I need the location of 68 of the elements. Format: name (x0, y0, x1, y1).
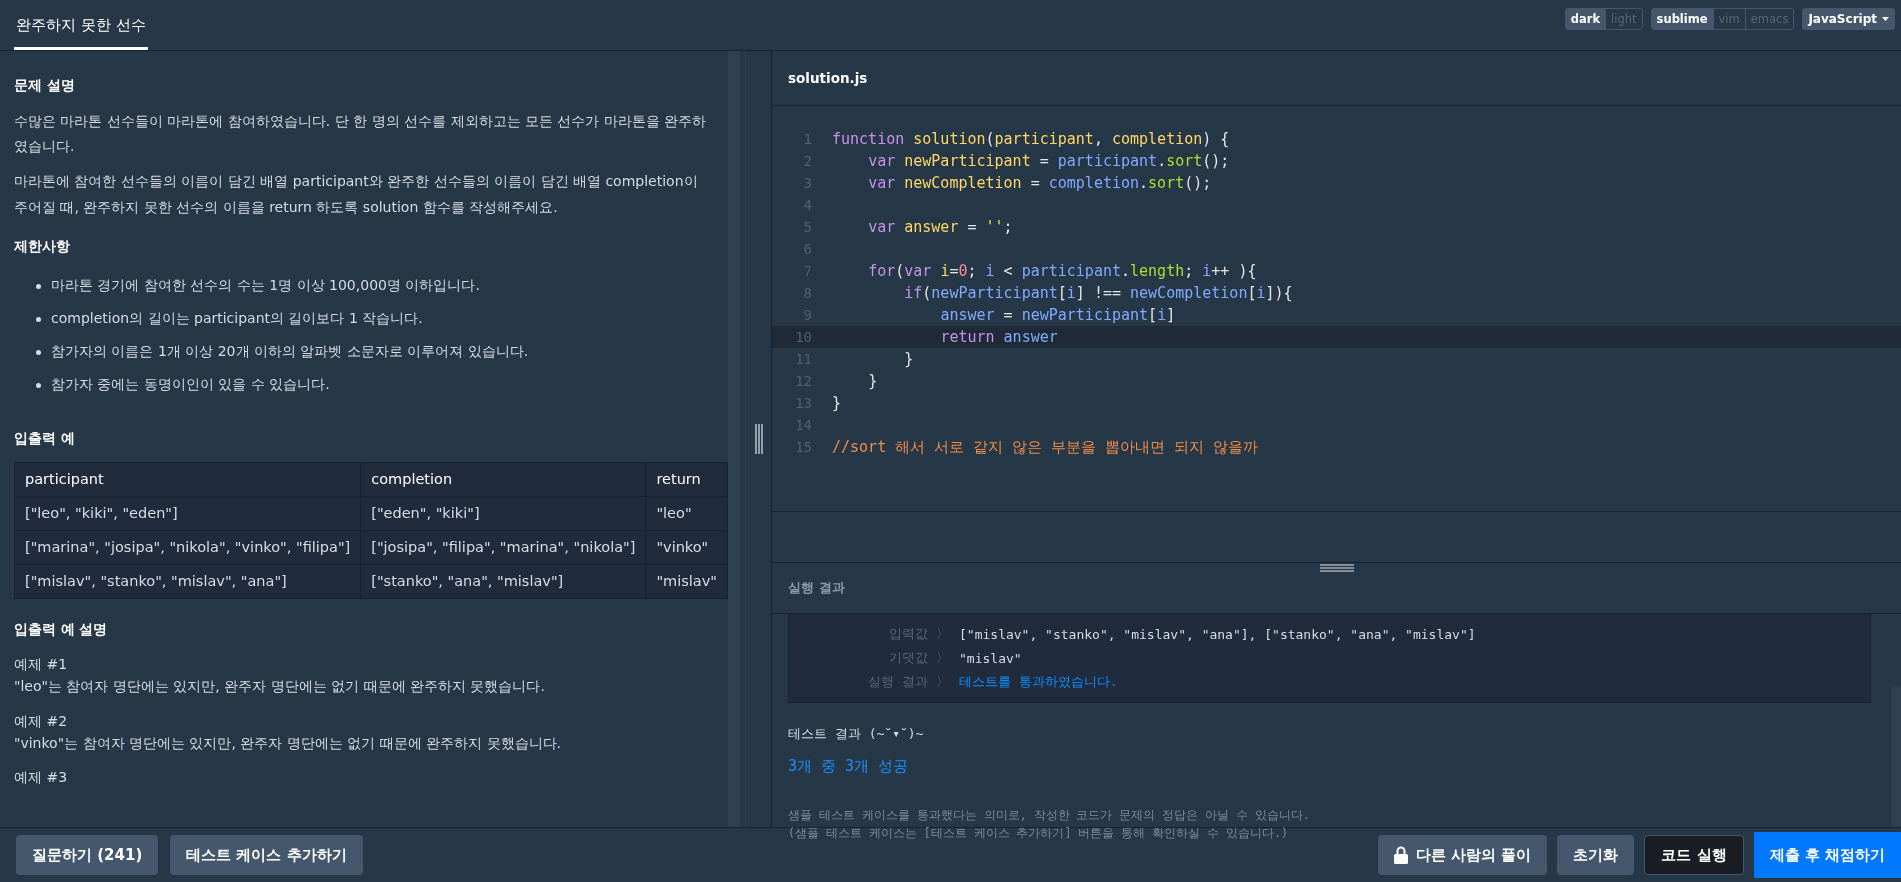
scrollbar[interactable] (728, 51, 740, 827)
language-dropdown[interactable]: JavaScript (1802, 8, 1895, 30)
list-item: 참가자의 이름은 1개 이상 20개 이하의 알파벳 소문자로 이루어져 있습니다. (51, 343, 529, 362)
line-number: 10 (794, 329, 813, 345)
case-value: "mislav" (959, 650, 1022, 666)
theme-option[interactable]: dark (1565, 9, 1606, 29)
code-text: var newCompletion = completion.sort(); (867, 174, 1212, 192)
action-button[interactable]: 초기화 (1557, 835, 1635, 875)
section-heading: 입출력 예 설명 (14, 620, 109, 639)
lock-icon (1393, 846, 1408, 864)
example-title: 예제 #1 (14, 654, 69, 674)
table-cell: ["stanko", "ana", "mislav"] (360, 564, 646, 599)
code-text: var newParticipant = participant.sort(); (867, 152, 1230, 170)
code-text: //sort 해서 서로 같지 않은 부분을 뽑아내면 되지 않을까 (831, 437, 1259, 457)
column-header: completion (360, 462, 646, 497)
file-name: solution.js (772, 51, 1901, 106)
scrollbar[interactable] (1891, 687, 1901, 827)
list-item: completion의 길이는 participant의 길이보다 1 작습니다. (51, 310, 423, 329)
paragraph: 마라톤에 참여한 선수들의 이름이 담긴 배열 participant와 완주한 선수들의 이름이 담긴 배열 completion이 주어질 때, 완주하지 못한 선수의 이름을 return 하도록 solution 함수를 작성해주세요. (14, 172, 699, 217)
table-cell: ["eden", "kiki"] (360, 496, 646, 531)
code-text: if(newParticipant[i] !== newCompletion[i]){ (903, 284, 1293, 302)
section-heading: 제한사항 (14, 237, 71, 256)
table-cell: "mislav" (645, 564, 728, 599)
example-title: 예제 #2 (14, 711, 69, 731)
code-text: function solution(participant, completion) { (831, 130, 1230, 148)
action-button[interactable]: 코드 실행 (1644, 835, 1744, 875)
table-cell: ["josipa", "filipa", "marina", "nikola"] (360, 530, 646, 565)
action-button[interactable]: 제출 후 채점하기 (1753, 832, 1901, 878)
list-item: 참가자 중에는 동명이인이 있을 수 있습니다. (51, 376, 330, 395)
example-text: "leo"는 참여자 명단에는 있지만, 완주자 명단에는 없기 때문에 완주하지 못했습니다. (14, 677, 546, 697)
list-item: 마라톤 경기에 참여한 선수의 수는 1명 이상 100,000명 이하입니다. (51, 277, 480, 296)
code-text: return answer (939, 328, 1058, 346)
action-button[interactable]: 테스트 케이스 추가하기 (170, 835, 363, 875)
column-header: return (645, 462, 728, 497)
case-label: 실행 결과 〉 (867, 673, 949, 691)
action-button[interactable]: 다른 사람의 풀이 (1377, 835, 1548, 875)
paragraph: 수많은 마라톤 선수들이 마라톤에 참여하였습니다. 단 한 명의 선수를 제외하고는 모든 선수가 마라톤을 완주하였습니다. (14, 112, 708, 157)
action-button[interactable]: 질문하기 (241) (16, 835, 159, 875)
table-cell: ["leo", "kiki", "eden"] (14, 496, 361, 531)
note-text: (샘플 테스트 케이스는 [테스트 케이스 추가하기] 버튼을 통해 확인하실 수 있습니다.) (788, 825, 1289, 843)
result-title: 테스트 결과 (~˘▾˘)~ (788, 725, 925, 743)
resize-handle-icon[interactable] (1319, 564, 1354, 572)
case-label: 기댓값 〉 (888, 649, 949, 667)
keymap-option[interactable]: sublime (1651, 9, 1713, 29)
results-heading: 실행 결과 (772, 562, 1901, 614)
result-summary: 3개 중 3개 성공 (788, 757, 910, 776)
example-text: "vinko"는 참여자 명단에는 있지만, 완주자 명단에는 없기 때문에 완주하지 못했습니다. (14, 733, 563, 753)
caret-icon (1882, 17, 1889, 21)
table-cell: ["marina", "josipa", "nikola", "vinko", "filipa"] (14, 530, 361, 565)
code-text: } (831, 394, 842, 412)
column-header: participant (14, 462, 361, 497)
code-text: } (867, 372, 878, 390)
problem-tab[interactable]: 완주하지 못한 선수 (14, 4, 148, 50)
section-heading: 입출력 예 (14, 429, 76, 448)
case-value: 테스트를 통과하였습니다. (959, 673, 1118, 691)
case-value: ["mislav", "stanko", "mislav", "ana"], ["stanko", "ana", "mislav"] (959, 626, 1476, 642)
example-title: 예제 #3 (14, 768, 69, 788)
table-cell: "vinko" (645, 530, 728, 565)
resize-handle-icon[interactable] (754, 424, 763, 454)
code-text: for(var i=0; i < participant.length; i++ ){ (867, 262, 1257, 280)
code-text: answer = newParticipant[i] (939, 306, 1176, 324)
case-label: 입력값 〉 (888, 625, 949, 643)
section-heading: 문제 설명 (14, 77, 76, 95)
note-text: 샘플 테스트 케이스를 통과했다는 의미로, 작성한 코드가 문제의 정답은 아닐 수 있습니다. (788, 807, 1311, 824)
table-cell: "leo" (645, 496, 728, 531)
code-text: var answer = ''; (867, 218, 1013, 236)
table-cell: ["mislav", "stanko", "mislav", "ana"] (14, 564, 361, 599)
code-text: } (903, 350, 914, 368)
